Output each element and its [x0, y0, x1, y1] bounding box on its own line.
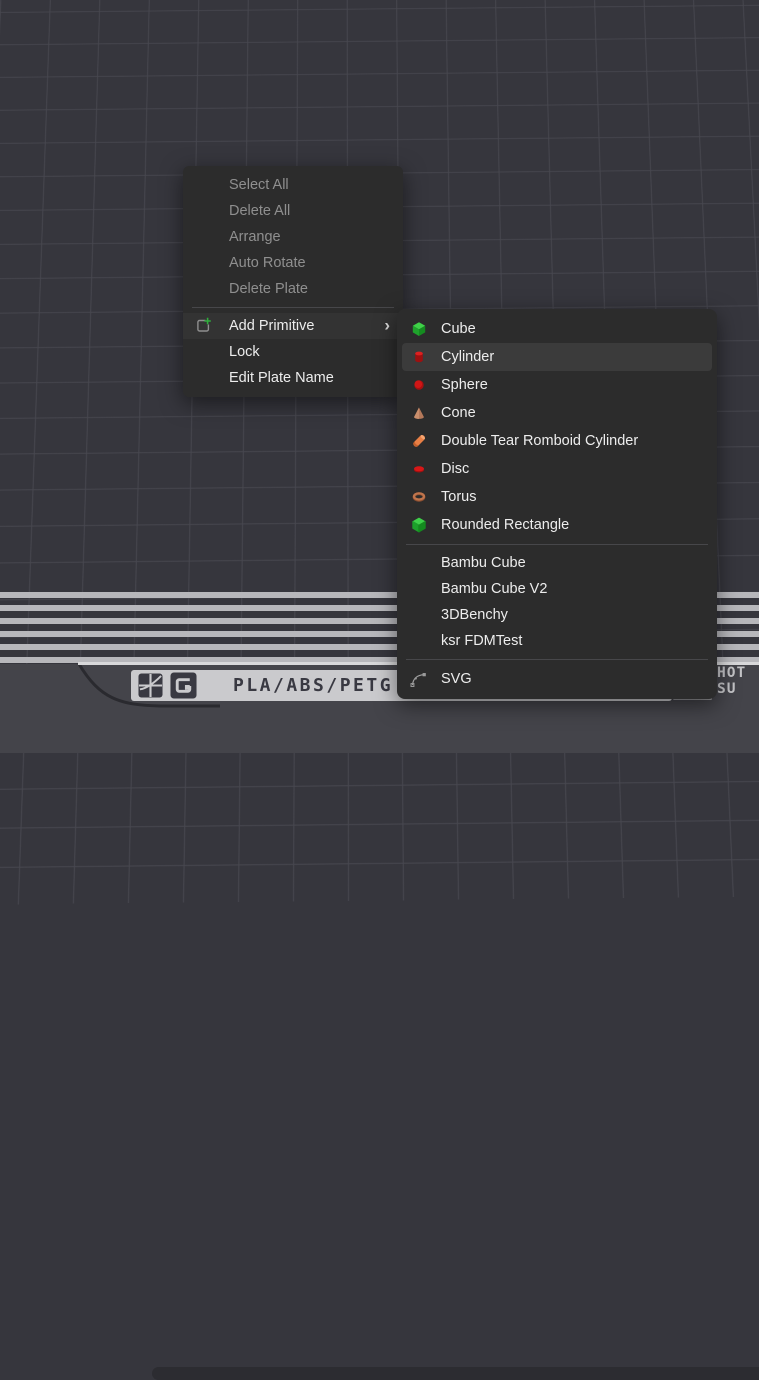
submenu-item-sphere[interactable]: Sphere [397, 371, 717, 399]
submenu-item-cylinder[interactable]: Cylinder [402, 343, 712, 371]
submenu-item-disc[interactable]: Disc [397, 455, 717, 483]
bezier-curve-icon [410, 670, 427, 689]
cylinder-icon [410, 349, 427, 365]
submenu-item-cone[interactable]: Cone [397, 399, 717, 427]
chevron-right-icon: › [384, 315, 390, 335]
hot-surface-line2: SU [717, 681, 759, 697]
sphere-icon [410, 377, 427, 393]
submenu-item-label: Double Tear Romboid Cylinder [441, 433, 638, 449]
submenu-item-bambu-cube-v2[interactable]: Bambu Cube V2 [397, 576, 717, 602]
menu-item-auto-rotate: Auto Rotate [183, 250, 403, 276]
menu-separator [192, 307, 394, 308]
bambu-logo-icon [138, 673, 163, 698]
submenu-item-ksr-fdmtest[interactable]: ksr FDMTest [397, 628, 717, 654]
menu-item-label: Add Primitive [229, 318, 314, 334]
submenu-item-rounded-rectangle[interactable]: Rounded Rectangle [397, 511, 717, 539]
hot-surface-line1: HOT [717, 665, 759, 681]
disc-icon [410, 461, 427, 477]
menu-item-delete-plate: Delete Plate [183, 276, 403, 302]
cone-icon [410, 405, 427, 421]
submenu-item-label: Disc [441, 461, 469, 477]
romboid-cylinder-icon [410, 433, 427, 449]
submenu-item-label: SVG [441, 671, 472, 687]
add-primitive-submenu: Cube Cylinder Sphere Cone [397, 309, 717, 699]
menu-separator [406, 659, 708, 660]
submenu-item-svg[interactable]: SVG [397, 665, 717, 693]
menu-item-delete-all: Delete All [183, 198, 403, 224]
submenu-item-torus[interactable]: Torus [397, 483, 717, 511]
plate-type-icon [170, 672, 197, 699]
torus-icon [410, 489, 427, 505]
submenu-item-label: Cylinder [441, 349, 494, 365]
plate-groove [152, 1367, 759, 1380]
submenu-item-label: Torus [441, 489, 476, 505]
submenu-item-bambu-cube[interactable]: Bambu Cube [397, 550, 717, 576]
menu-item-lock[interactable]: Lock [183, 339, 403, 365]
menu-item-add-primitive[interactable]: Add Primitive › [183, 313, 403, 339]
hot-surface-warning-text: HOT SU [717, 665, 759, 697]
menu-item-arrange: Arrange [183, 224, 403, 250]
context-menu: Select All Delete All Arrange Auto Rotat… [183, 166, 403, 397]
submenu-item-3dbenchy[interactable]: 3DBenchy [397, 602, 717, 628]
cube-icon [410, 321, 427, 337]
submenu-item-double-tear-romboid-cylinder[interactable]: Double Tear Romboid Cylinder [397, 427, 717, 455]
menu-item-edit-plate-name[interactable]: Edit Plate Name [183, 365, 403, 391]
menu-item-select-all: Select All [183, 172, 403, 198]
add-primitive-icon [194, 317, 212, 335]
submenu-item-label: Cube [441, 321, 476, 337]
submenu-item-label: Cone [441, 405, 476, 421]
rounded-rectangle-icon [410, 517, 427, 533]
menu-separator [406, 544, 708, 545]
submenu-item-label: Rounded Rectangle [441, 517, 569, 533]
submenu-item-cube[interactable]: Cube [397, 315, 717, 343]
submenu-item-label: Sphere [441, 377, 488, 393]
plate-material-label: PLA/ABS/PETG [233, 675, 393, 696]
